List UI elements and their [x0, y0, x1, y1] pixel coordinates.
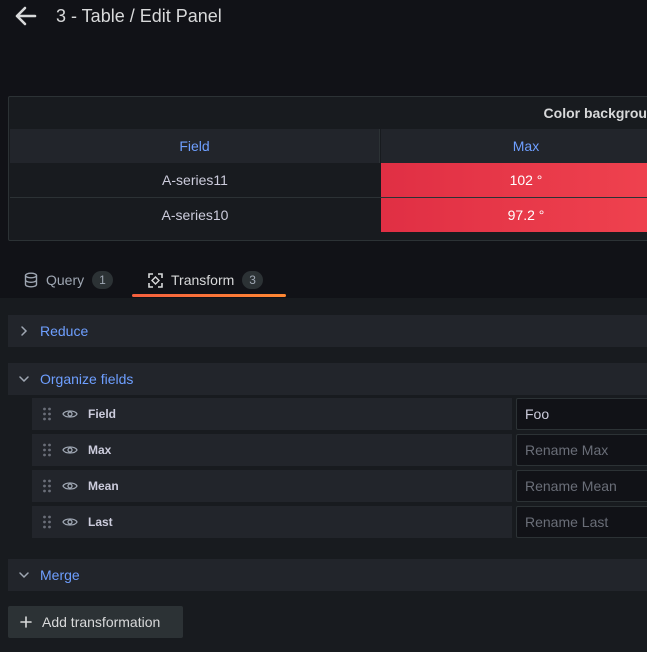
chevron-down-icon	[19, 572, 29, 579]
tab-transform-label: Transform	[171, 272, 235, 288]
drag-handle-icon[interactable]	[42, 406, 52, 422]
plus-icon	[20, 616, 32, 628]
table-cell-field: A-series10	[161, 207, 229, 223]
panel-title: Color backgrou	[543, 105, 647, 121]
organize-field-label: Field	[88, 407, 117, 421]
eye-icon[interactable]	[62, 480, 78, 492]
table-cell-max: 97.2 °	[381, 198, 647, 232]
organize-field-row[interactable]: Mean	[32, 470, 512, 502]
drag-handle-icon[interactable]	[42, 514, 52, 530]
organize-field-row[interactable]: Field	[32, 398, 512, 430]
rename-max-input[interactable]	[516, 434, 647, 466]
table-cell-max: 102 °	[381, 163, 647, 197]
rename-field-input[interactable]	[516, 398, 647, 430]
rename-last-input[interactable]	[516, 506, 647, 538]
tab-transform[interactable]: Transform 3	[148, 262, 263, 298]
transformation-merge-header[interactable]: Merge	[8, 559, 647, 591]
tab-query-count: 1	[92, 271, 113, 289]
column-header-field[interactable]: Field	[10, 129, 380, 163]
chevron-down-icon	[19, 376, 29, 383]
tab-transform-count: 3	[242, 271, 263, 289]
transform-icon	[148, 272, 163, 288]
rename-mean-input[interactable]	[516, 470, 647, 502]
transformation-title: Reduce	[40, 323, 89, 339]
database-icon	[24, 272, 38, 288]
drag-handle-icon[interactable]	[42, 442, 52, 458]
table-cell-field: A-series11	[162, 172, 228, 188]
eye-icon[interactable]	[62, 444, 78, 456]
transformation-title: Merge	[40, 567, 80, 583]
arrow-left-icon	[15, 6, 37, 26]
active-tab-indicator	[132, 294, 286, 297]
page-title: 3 - Table / Edit Panel	[56, 6, 222, 26]
organize-field-row[interactable]: Max	[32, 434, 512, 466]
organize-field-label: Mean	[88, 479, 119, 493]
transformation-reduce-header[interactable]: Reduce	[8, 315, 647, 347]
organize-field-row[interactable]: Last	[32, 506, 512, 538]
column-header-max[interactable]: Max	[381, 129, 647, 163]
add-transformation-label: Add transformation	[42, 614, 161, 630]
tab-query[interactable]: Query 1	[24, 262, 113, 298]
eye-icon[interactable]	[62, 516, 78, 528]
transformation-title: Organize fields	[40, 371, 134, 387]
back-button[interactable]	[12, 4, 40, 28]
tab-query-label: Query	[46, 272, 85, 288]
add-transformation-button[interactable]: Add transformation	[8, 606, 183, 638]
chevron-right-icon	[21, 326, 28, 336]
table-panel: Color backgrou Field Max A-series11 102 …	[8, 96, 647, 241]
drag-handle-icon[interactable]	[42, 478, 52, 494]
organize-field-label: Last	[88, 515, 113, 529]
transformation-organize-header[interactable]: Organize fields	[8, 363, 647, 395]
eye-icon[interactable]	[62, 408, 78, 420]
organize-field-label: Max	[88, 443, 112, 457]
